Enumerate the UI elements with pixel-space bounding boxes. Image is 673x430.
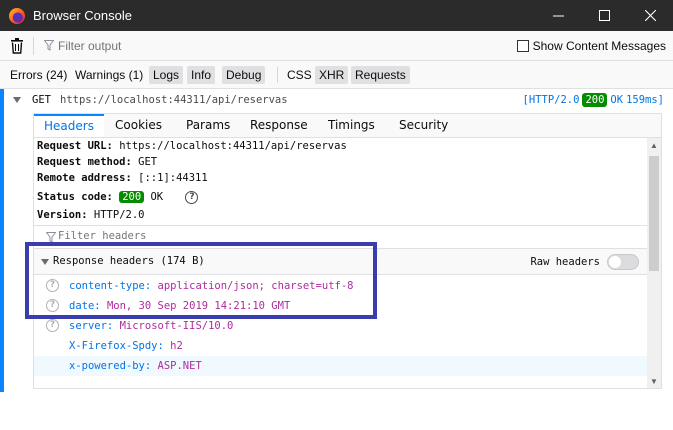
request-meta: [HTTP/2.0 200 OK 159ms] [523,93,664,107]
filter-debug-button[interactable]: Debug [222,66,266,84]
scrollbar-thumb[interactable] [649,156,659,271]
request-status-text: OK [610,94,624,106]
tab-response[interactable]: Response [250,114,308,137]
filter-warnings-button[interactable]: Warnings (1) [71,66,147,84]
summary-status-label: Status code: [37,191,113,203]
filter-icon [44,40,54,51]
status-badge: 200 [582,93,608,107]
console-toolbar: Show Content Messages [0,31,673,61]
filter-divider [277,67,278,83]
tab-timings[interactable]: Timings [328,114,375,137]
raw-headers-switch[interactable] [607,254,639,270]
summary-method-label: Request method: [37,156,132,168]
minimize-icon [552,15,564,17]
filter-info-button[interactable]: Info [187,66,216,84]
summary-request-method: Request method: GET [37,156,157,168]
summary-method-value: GET [138,156,158,168]
toolbar-divider [33,37,34,55]
filter-xhr-button[interactable]: XHR [315,66,349,84]
summary-remote-address: Remote address: [::1]:44311 [37,172,208,184]
raw-headers-label: Raw headers [530,256,600,268]
header-row: x-powered-by: ASP.NET [34,356,647,376]
header-name: X-Firefox-Spdy: [69,340,164,352]
header-value: h2 [170,340,183,352]
header-value: ASP.NET [157,360,202,372]
filter-requests-button[interactable]: Requests [351,66,410,84]
filter-output-input[interactable] [58,39,258,53]
scroll-down-icon[interactable]: ▼ [650,377,658,386]
request-url[interactable]: https://localhost:44311/api/reservas [60,94,288,106]
filter-css-button[interactable]: CSS [283,66,316,84]
close-button[interactable] [627,0,673,31]
scroll-up-icon[interactable]: ▲ [650,141,658,150]
annotation-highlight-box [25,242,377,319]
tab-headers[interactable]: Headers [34,114,104,137]
tab-params[interactable]: Params [186,114,230,137]
details-tabs: Headers Cookies Params Response Timings … [34,114,661,138]
raw-headers-toggle[interactable]: Raw headers [530,254,639,270]
summary-remote-label: Remote address: [37,172,132,184]
minimize-button[interactable] [535,0,581,31]
request-method: GET [32,94,51,106]
request-protocol: [HTTP/2.0 [522,94,580,106]
firefox-logo-icon [9,7,25,24]
summary-version: Version: HTTP/2.0 [37,209,144,221]
tab-cookies[interactable]: Cookies [115,114,162,137]
show-content-messages-toggle[interactable]: Show Content Messages [516,39,666,53]
summary-version-label: Version: [37,209,88,221]
header-name: server: [69,320,114,332]
summary-status-text: OK [150,191,164,203]
close-icon [644,10,656,21]
message-accent-bar [0,89,4,392]
expand-arrow-icon[interactable] [13,97,21,103]
header-value: Microsoft-IIS/10.0 [119,320,234,332]
maximize-button[interactable] [581,0,627,31]
help-icon[interactable]: ? [46,319,59,332]
summary-status-badge: 200 [119,191,145,203]
header-row: X-Firefox-Spdy: h2 [34,336,647,356]
summary-status-code: Status code: 200 OK ? [37,190,199,204]
header-row: ? server: Microsoft-IIS/10.0 [34,316,647,336]
summary-url-value: https://localhost:44311/api/reservas [119,140,347,152]
request-time: 159ms] [626,94,664,106]
filter-errors-button[interactable]: Errors (24) [6,66,71,84]
title-bar: Browser Console [0,0,673,31]
window-title: Browser Console [33,8,132,23]
summary-remote-value: [::1]:44311 [138,172,208,184]
network-request-row[interactable]: GET https://localhost:44311/api/reservas… [4,89,673,111]
help-icon[interactable]: ? [185,190,199,204]
tab-security[interactable]: Security [399,114,448,137]
filter-logs-button[interactable]: Logs [149,66,184,84]
maximize-icon [598,10,610,21]
trash-icon[interactable] [10,38,24,54]
show-content-label: Show Content Messages [532,39,666,53]
filter-bar: Errors (24) Warnings (1) Logs Info Debug… [0,61,673,89]
filter-headers-input[interactable] [58,230,258,242]
show-content-checkbox[interactable] [516,40,529,52]
header-name: x-powered-by: [69,360,152,372]
summary-url-label: Request URL: [37,140,113,152]
details-scrollbar[interactable]: ▲ ▼ [647,138,661,388]
summary-request-url: Request URL: https://localhost:44311/api… [37,140,347,152]
summary-version-value: HTTP/2.0 [93,209,145,221]
